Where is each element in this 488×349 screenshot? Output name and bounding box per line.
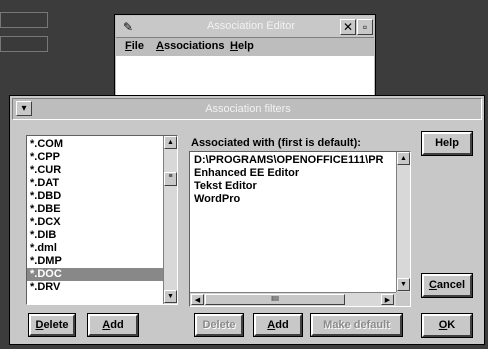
- close-icon[interactable]: ✕: [340, 19, 356, 35]
- list-item[interactable]: *.DMP: [27, 255, 163, 268]
- list-item[interactable]: *.DIB: [27, 229, 163, 242]
- help-button[interactable]: Help: [421, 131, 473, 156]
- list-item[interactable]: *.CPP: [27, 151, 163, 164]
- list-item[interactable]: *.dml: [27, 242, 163, 255]
- scroll-left-icon[interactable]: ◀: [191, 294, 204, 305]
- list-item[interactable]: *.CUR: [27, 164, 163, 177]
- add-filter-button[interactable]: Add: [87, 313, 139, 337]
- list-item[interactable]: *.DCX: [27, 216, 163, 229]
- menu-help[interactable]: Help: [230, 40, 254, 52]
- association-filters-dialog: ▾ Association filters *.COM *.CPP *.CUR …: [9, 95, 485, 345]
- hscroll-thumb[interactable]: IIII: [205, 294, 345, 305]
- menu-file[interactable]: File: [125, 40, 144, 52]
- desktop-frame-middle: [0, 36, 48, 52]
- program-list-items: D:\PROGRAMS\OPENOFFICE111\PR Enhanced EE…: [191, 154, 395, 290]
- dialog-title: Association filters: [205, 103, 291, 115]
- delete-filter-button[interactable]: Delete: [28, 313, 76, 337]
- filter-list-items: *.COM *.CPP *.CUR *.DAT *.DBD *.DBE *.DC…: [27, 138, 163, 304]
- list-item[interactable]: Enhanced EE Editor: [191, 167, 395, 180]
- add-program-button[interactable]: Add: [253, 313, 303, 337]
- program-list-hscrollbar[interactable]: ◀ IIII ▶: [190, 292, 396, 306]
- scroll-down-icon[interactable]: ▼: [164, 290, 177, 303]
- program-list-vscrollbar[interactable]: ▲ ▼: [396, 152, 410, 292]
- editor-menubar: File Associations Help: [116, 39, 374, 55]
- filter-list-scrollbar[interactable]: ▲ ≡ ▼: [163, 136, 177, 304]
- associated-with-label: Associated with (first is default):: [191, 137, 361, 149]
- list-item[interactable]: *.DAT: [27, 177, 163, 190]
- program-list[interactable]: D:\PROGRAMS\OPENOFFICE111\PR Enhanced EE…: [189, 151, 411, 307]
- list-item-selected[interactable]: *.DOC: [27, 268, 163, 281]
- make-default-button[interactable]: Make default: [310, 313, 403, 337]
- association-editor-window: ✎ Association Editor ✕ ▫ File Associatio…: [114, 14, 376, 104]
- scroll-up-icon[interactable]: ▲: [397, 152, 410, 165]
- ok-button[interactable]: OK: [421, 313, 473, 338]
- dialog-titlebar[interactable]: ▾ Association filters: [12, 98, 482, 120]
- list-item[interactable]: Tekst Editor: [191, 180, 395, 193]
- scroll-thumb[interactable]: ≡: [164, 172, 177, 186]
- list-item[interactable]: WordPro: [191, 193, 395, 206]
- list-item[interactable]: *.DRV: [27, 281, 163, 294]
- list-item[interactable]: *.DBE: [27, 203, 163, 216]
- scroll-corner: [396, 292, 410, 306]
- menu-associations[interactable]: Associations: [156, 40, 224, 52]
- editor-title: Association Editor: [206, 20, 296, 32]
- scroll-up-icon[interactable]: ▲: [164, 136, 177, 149]
- scroll-down-icon[interactable]: ▼: [397, 278, 410, 291]
- list-item[interactable]: D:\PROGRAMS\OPENOFFICE111\PR: [191, 154, 395, 167]
- filter-list[interactable]: *.COM *.CPP *.CUR *.DAT *.DBD *.DBE *.DC…: [26, 135, 178, 305]
- editor-titlebar[interactable]: ✎ Association Editor ✕ ▫: [116, 16, 374, 38]
- editor-system-menu-icon[interactable]: ✎: [119, 19, 137, 35]
- cancel-button[interactable]: Cancel: [421, 273, 473, 298]
- list-item[interactable]: *.DBD: [27, 190, 163, 203]
- restore-icon[interactable]: ▫: [357, 19, 373, 35]
- list-item[interactable]: *.COM: [27, 138, 163, 151]
- scroll-right-icon[interactable]: ▶: [381, 294, 394, 305]
- desktop-frame-top: [0, 12, 48, 28]
- delete-program-button[interactable]: Delete: [194, 313, 244, 337]
